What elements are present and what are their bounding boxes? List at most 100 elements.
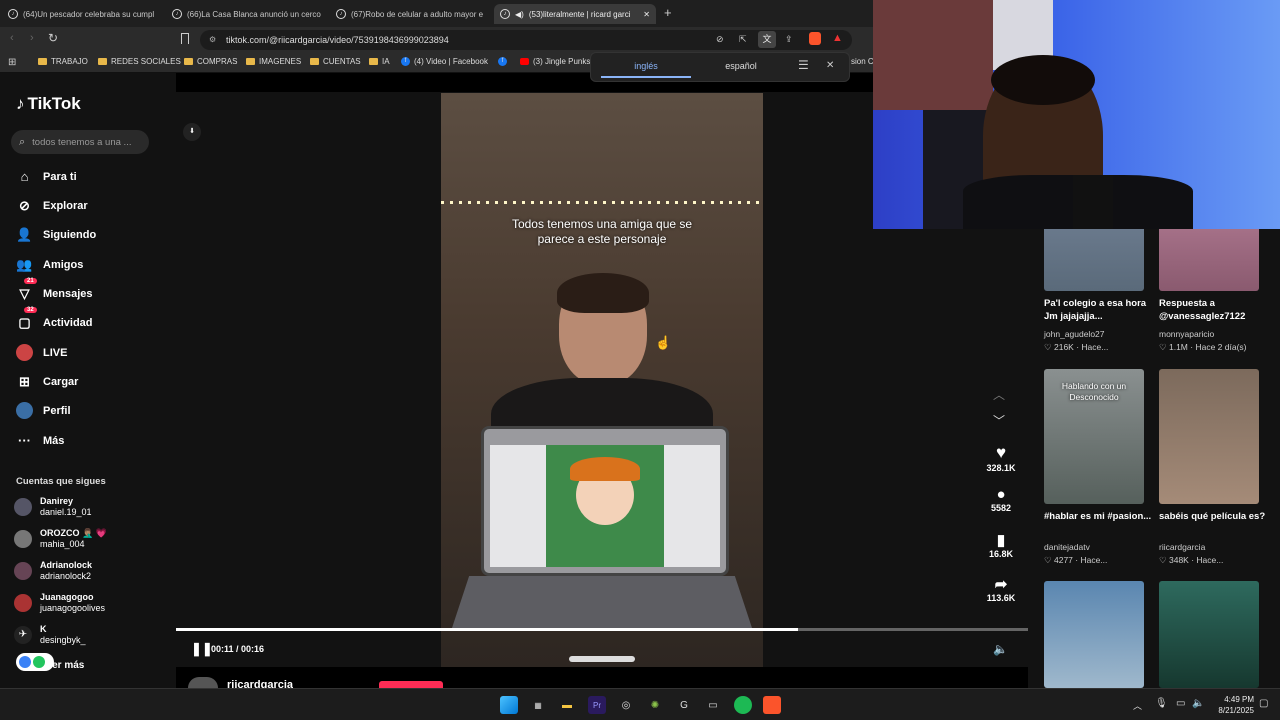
- translate-icon[interactable]: 文: [758, 31, 776, 48]
- share-button[interactable]: ➦ 113.6K: [975, 575, 1027, 603]
- system-clock[interactable]: 4:49 PM 8/21/2025: [1210, 694, 1254, 716]
- nav-live[interactable]: LIVE: [16, 344, 67, 361]
- new-tab-icon[interactable]: +: [664, 5, 672, 20]
- app-icon[interactable]: ▦: [529, 696, 547, 714]
- app-icon[interactable]: G: [675, 696, 693, 714]
- obs-icon[interactable]: ◎: [617, 696, 635, 714]
- avatar: [14, 562, 32, 580]
- video-user[interactable]: john_agudelo27: [1044, 329, 1159, 339]
- tiktok-icon: ♪: [8, 9, 18, 19]
- network-icon[interactable]: ▭: [1176, 698, 1185, 709]
- nav-siguiendo[interactable]: 👤 Siguiendo: [16, 226, 96, 243]
- bookmark-folder[interactable]: IA: [369, 57, 390, 66]
- bookmark-folder[interactable]: REDES SOCIALES: [98, 57, 181, 66]
- bookmark-folder[interactable]: TRABAJO: [38, 57, 88, 66]
- nav-amigos[interactable]: 👥 Amigos: [16, 256, 83, 273]
- brave-shield-icon[interactable]: [809, 32, 821, 45]
- folder-icon: [184, 58, 193, 65]
- close-tab-icon[interactable]: ✕: [643, 10, 650, 19]
- bookmark-link[interactable]: f: [498, 57, 511, 66]
- browser-tab[interactable]: ♪ (67)Robo de celular a adulto mayor e: [330, 4, 490, 24]
- premiere-icon[interactable]: Pr: [588, 696, 606, 714]
- author-name[interactable]: riicardgarcia: [227, 679, 293, 688]
- forward-icon[interactable]: ›: [30, 32, 34, 44]
- windows-start-icon[interactable]: [500, 696, 518, 714]
- bookmark-link[interactable]: (3) Jingle Punks: [520, 57, 590, 66]
- browser-tab-active[interactable]: ♪ ◀) (53)literalmente | ricard garci ✕: [494, 4, 656, 24]
- microphone-icon[interactable]: 🎙: [1155, 698, 1168, 709]
- nav-mensajes[interactable]: ▽ 21 Mensajes: [16, 278, 93, 302]
- nav-perfil[interactable]: Perfil: [16, 402, 71, 419]
- file-explorer-icon[interactable]: ▬: [558, 696, 576, 714]
- followed-account[interactable]: Adrianolock adrianolock2: [14, 560, 92, 582]
- app-icon[interactable]: ✺: [646, 696, 664, 714]
- see-more-link[interactable]: Ver más: [46, 660, 84, 671]
- followed-account[interactable]: OROZCO 🤦🏽‍♂️ 💗 mahia_004: [14, 528, 107, 550]
- chevron-down-icon[interactable]: ﹀: [993, 412, 1005, 429]
- spotify-icon[interactable]: [734, 696, 752, 714]
- reload-icon[interactable]: ↻: [48, 31, 58, 45]
- like-button[interactable]: ♥ 328.1K: [975, 443, 1027, 473]
- open-external-icon[interactable]: ⇱: [739, 34, 747, 45]
- brave-browser-icon[interactable]: [763, 696, 781, 714]
- tiktok-logo[interactable]: ♪ TikTok: [16, 94, 81, 114]
- bookmark-folder[interactable]: IMAGENES: [246, 57, 301, 66]
- url-bar[interactable]: tiktok.com/@riicardgarcia/video/75391984…: [200, 30, 852, 50]
- video-title[interactable]: sabéis qué película es?: [1159, 510, 1269, 523]
- laptop-keyboard: [451, 576, 753, 631]
- brave-rewards-icon[interactable]: ▲: [832, 32, 843, 44]
- author-avatar[interactable]: [188, 677, 218, 688]
- terminal-icon[interactable]: ▭: [704, 696, 722, 714]
- volume-icon[interactable]: 🔈: [993, 642, 1008, 656]
- bookmark-folder[interactable]: COMPRAS: [184, 57, 237, 66]
- video-thumbnail[interactable]: [1159, 581, 1259, 688]
- video-thumbnail[interactable]: [1044, 581, 1144, 688]
- translate-target-tab[interactable]: español: [696, 61, 786, 71]
- media-off-icon[interactable]: ⊘: [716, 34, 724, 45]
- followed-account[interactable]: ✈ Kdesingbyk_: [14, 624, 86, 646]
- tray-chevron-icon[interactable]: ︿: [1133, 699, 1142, 712]
- bookmark-icon[interactable]: [181, 33, 189, 44]
- nav-explorar[interactable]: ⊘ Explorar: [16, 197, 88, 214]
- bookmark-link[interactable]: f (4) Video | Facebook: [401, 57, 488, 66]
- menu-icon[interactable]: ☰: [798, 58, 809, 72]
- progress-track[interactable]: [176, 628, 1028, 631]
- nav-mas[interactable]: ··· Más: [16, 432, 64, 449]
- browser-tab[interactable]: ♪ (64)Un pescador celebraba su cumpl: [2, 4, 162, 24]
- chevron-up-icon[interactable]: ︿: [993, 386, 1005, 403]
- comment-button[interactable]: ● 5582: [975, 486, 1027, 513]
- nav-para-ti[interactable]: ⌂ Para ti: [16, 168, 77, 185]
- search-input[interactable]: ⌕ todos tenemos a una ...: [11, 130, 149, 154]
- video-user[interactable]: monnyaparicio: [1159, 329, 1274, 339]
- bookmark-overflow[interactable]: sion C: [851, 57, 874, 66]
- video-title[interactable]: Pa'l colegio a esa hora Jm jajajajja...: [1044, 297, 1154, 323]
- followed-account[interactable]: Danirey daniel.19_01: [14, 496, 92, 518]
- nav-cargar[interactable]: ⊞ Cargar: [16, 373, 78, 390]
- video-title[interactable]: #hablar es mi #pasion...: [1044, 510, 1154, 523]
- folder-icon: [310, 58, 319, 65]
- notification-icon[interactable]: ▢: [1259, 698, 1268, 709]
- close-icon[interactable]: ✕: [826, 60, 834, 71]
- nav-actividad[interactable]: ▢ 32 Actividad: [16, 307, 93, 331]
- video-user[interactable]: danitejadatv: [1044, 542, 1159, 552]
- video-thumbnail[interactable]: [1159, 369, 1259, 504]
- translate-source-tab[interactable]: inglés: [601, 61, 691, 71]
- video-title[interactable]: Respuesta a @vanessaglez7122: [1159, 297, 1269, 323]
- video-frame[interactable]: Todos tenemos una amiga que se parece a …: [441, 93, 763, 667]
- tiktok-icon: ♪: [16, 94, 25, 113]
- followed-account[interactable]: Juanagogoo juanagogoolives: [14, 592, 105, 614]
- apps-icon[interactable]: ⊞: [8, 57, 16, 68]
- pause-icon[interactable]: ❚❚: [191, 641, 213, 657]
- folder-icon: [98, 58, 107, 65]
- save-button[interactable]: ▮ 16.8K: [975, 531, 1027, 559]
- browser-tab[interactable]: ♪ (66)La Casa Blanca anunció un cerco: [166, 4, 326, 24]
- follow-button[interactable]: [379, 681, 443, 688]
- bookmark-folder[interactable]: CUENTAS: [310, 57, 361, 66]
- video-thumbnail[interactable]: Hablando con un Desconocido: [1044, 369, 1144, 504]
- back-icon[interactable]: ‹: [10, 32, 14, 44]
- video-user[interactable]: riicardgarcia: [1159, 542, 1274, 552]
- site-settings-icon[interactable]: ⚙: [209, 35, 216, 44]
- share-icon[interactable]: ⇪: [785, 34, 793, 45]
- volume-icon[interactable]: 🔈: [1192, 698, 1204, 709]
- download-icon[interactable]: ⬇: [183, 123, 201, 141]
